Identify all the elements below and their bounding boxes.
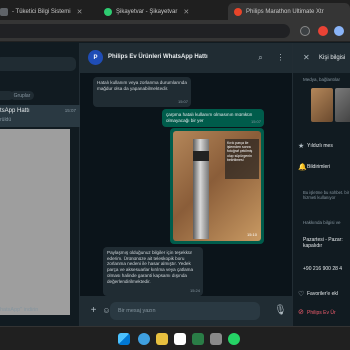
message-incoming[interactable]: Hatalı kullanım veya zorlanma durumların…	[93, 77, 191, 107]
business-hours: Pazartesi - Pazar: kapalıdır	[303, 237, 343, 249]
message-text: Hatalı kullanım veya zorlanma durumların…	[97, 80, 187, 91]
message-input[interactable]	[110, 302, 260, 320]
screen: - Tüketici Bilgi Sistemi ✕ Şikayetvar - …	[0, 0, 350, 350]
tab-title: Şikayetvar - Şikayetvar	[116, 8, 178, 15]
edge-icon[interactable]	[138, 333, 150, 345]
close-icon[interactable]: ✕	[303, 53, 310, 62]
message-text: Paylaşmış olduğunuz bilgiler için teşekk…	[107, 250, 194, 284]
phone-number: +90 216 900 28 4	[303, 266, 343, 272]
message-image[interactable]: Kırık parça ile işlemden sonra fotoğraf …	[173, 131, 261, 241]
message-time: 15:07	[177, 99, 188, 105]
redacted-chat-list	[0, 129, 70, 315]
block-contact[interactable]: Philips Ev Ür	[307, 310, 336, 316]
search-icon[interactable]: ⌕	[256, 53, 265, 62]
excel-icon[interactable]	[192, 333, 204, 345]
bell-icon: 🔔	[298, 164, 307, 171]
heart-icon: ♡	[298, 291, 305, 298]
tab-title: Philips Marathon Ultimate Xtr	[246, 8, 324, 15]
filter-chip-groups[interactable]: Gruplar	[10, 91, 34, 100]
message-time: 15:24	[189, 288, 200, 294]
message-time: 15:10	[246, 232, 257, 238]
notifications-label[interactable]: Bildirimleri	[307, 164, 330, 170]
whatsapp-icon[interactable]	[228, 333, 240, 345]
tab-favicon-icon	[0, 7, 8, 16]
business-note: Bu işletme bu sohbet. bir hizmeti kullan…	[303, 190, 350, 200]
browser-address-bar	[0, 20, 350, 42]
tab-close-icon[interactable]: ✕	[77, 8, 83, 16]
chat-list-item-active[interactable]: tsApp Hattı 15:07 rüldü	[0, 105, 80, 127]
media-thumbnail[interactable]	[335, 88, 350, 122]
extension-icon[interactable]	[300, 26, 310, 36]
extension-icon[interactable]	[318, 26, 328, 36]
image-caption-overlay: Kırık parça ile işlemden sonra fotoğraf …	[225, 139, 259, 179]
tab-favicon-icon	[104, 7, 112, 16]
about-label: Hakkında bilgisi ve	[303, 220, 341, 225]
add-to-favorites[interactable]: Favoriler'e ekl	[307, 291, 338, 297]
file-explorer-icon[interactable]	[156, 333, 168, 345]
chrome-icon[interactable]	[174, 333, 186, 345]
more-options-icon[interactable]: ⋮	[276, 53, 285, 62]
chat-time: 15:07	[64, 108, 76, 113]
message-outgoing[interactable]: çarpma hatalı kullanım olmasının mümkün …	[162, 109, 264, 127]
message-time: 15:07	[250, 119, 261, 125]
microphone-icon[interactable]: 🎙	[274, 305, 287, 316]
media-links-label[interactable]: Medya, bağlantılar	[303, 77, 340, 82]
chat-header[interactable]: P Philips Ev Ürünleri WhatsApp Hattı ⌕ ⋮	[80, 43, 292, 73]
contact-info-header: ✕ Kişi bilgisi	[293, 43, 350, 73]
chat-name: tsApp Hattı	[0, 108, 30, 114]
browser-tab-sikayetvar[interactable]: Şikayetvar - Şikayetvar ✕	[104, 3, 224, 20]
message-incoming[interactable]: Paylaşmış olduğunuz bilgiler için teşekk…	[103, 247, 203, 296]
tab-favicon-icon	[234, 7, 242, 16]
contact-info-title: Kişi bilgisi	[319, 55, 346, 61]
chat-list-panel: Gruplar tsApp Hattı 15:07 rüldü hatsApp"…	[0, 43, 80, 326]
browser-tab-tuketici[interactable]: - Tüketici Bilgi Sistemi ✕	[0, 3, 100, 20]
contact-info-panel: ✕ Kişi bilgisi Medya, bağlantılar ★ Yıld…	[292, 43, 350, 326]
browser-tab-philips[interactable]: Philips Marathon Ultimate Xtr	[228, 3, 350, 20]
star-icon: ★	[298, 143, 305, 150]
tab-close-icon[interactable]: ✕	[183, 8, 189, 16]
avatar[interactable]: P	[88, 50, 103, 65]
message-list: Hatalı kullanım veya zorlanma durumların…	[80, 73, 292, 296]
tab-title: - Tüketici Bilgi Sistemi	[12, 8, 71, 15]
profile-icon[interactable]	[334, 26, 344, 36]
photo-detail	[193, 151, 209, 161]
app-icon[interactable]	[210, 333, 222, 345]
starred-messages-label[interactable]: Yıldızlı mes	[307, 143, 333, 149]
windows-start-icon[interactable]	[118, 333, 130, 345]
chat-preview: rüldü	[0, 117, 12, 123]
message-text: çarpma hatalı kullanım olmasının mümkün …	[166, 112, 253, 123]
windows-taskbar	[0, 326, 350, 350]
chat-title[interactable]: Philips Ev Ürünleri WhatsApp Hattı	[108, 54, 208, 60]
download-app-link[interactable]: hatsApp" indirin	[0, 307, 38, 313]
browser-tab-bar: - Tüketici Bilgi Sistemi ✕ Şikayetvar - …	[0, 0, 350, 20]
message-composer: + ☺ 🎙	[80, 296, 292, 326]
block-icon: ⊘	[298, 309, 304, 316]
search-chats-input[interactable]	[0, 57, 76, 71]
media-thumbnail[interactable]	[311, 88, 333, 122]
message-outgoing-image[interactable]: Kırık parça ile işlemden sonra fotoğraf …	[170, 128, 264, 244]
attach-plus-icon[interactable]: +	[88, 305, 99, 316]
url-field[interactable]	[0, 24, 290, 38]
